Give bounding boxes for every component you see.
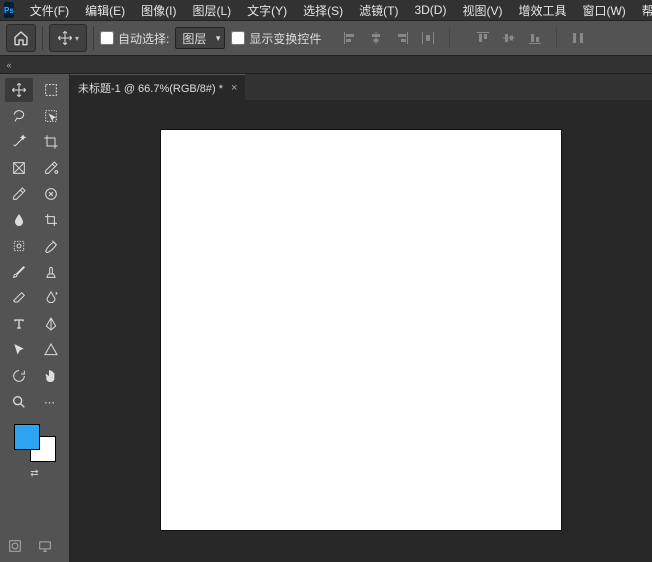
close-tab-icon[interactable]: × xyxy=(231,82,237,94)
crop-perspective-tool[interactable] xyxy=(37,208,65,232)
eyedropper-tool[interactable] xyxy=(5,182,33,206)
foreground-color[interactable] xyxy=(14,424,40,450)
align-bottom-icon[interactable] xyxy=(524,27,546,49)
menu-type[interactable]: 文字(Y) xyxy=(239,2,295,19)
menu-file[interactable]: 文件(F) xyxy=(22,2,77,19)
move-tool[interactable] xyxy=(5,78,33,102)
options-bar: ▾ 自动选择: 图层 显示变换控件 xyxy=(0,20,652,56)
clone-stamp-tool[interactable] xyxy=(37,260,65,284)
separator xyxy=(449,28,450,48)
document-tab[interactable]: 未标题-1 @ 66.7%(RGB/8#) * × xyxy=(70,74,245,100)
menu-window[interactable]: 窗口(W) xyxy=(574,2,633,19)
app-logo: Ps xyxy=(4,2,14,18)
color-swatch[interactable] xyxy=(12,422,58,462)
eraser-tool[interactable] xyxy=(5,286,33,310)
magic-wand-tool[interactable] xyxy=(5,130,33,154)
align-right-icon[interactable] xyxy=(391,27,413,49)
rotate-view-tool[interactable] xyxy=(5,364,33,388)
canvas[interactable] xyxy=(161,130,561,530)
collapse-dock-icon[interactable]: « xyxy=(0,56,18,74)
auto-select-input[interactable] xyxy=(100,31,114,45)
menu-image[interactable]: 图像(I) xyxy=(133,2,184,19)
blur-tool[interactable] xyxy=(5,208,33,232)
marquee-tool[interactable] xyxy=(37,78,65,102)
toolbox: ⋯ ⇄ xyxy=(0,74,70,562)
lasso-tool[interactable] xyxy=(5,104,33,128)
canvas-area[interactable] xyxy=(70,100,652,562)
frame-tool[interactable] xyxy=(5,156,33,180)
document-tab-title: 未标题-1 @ 66.7%(RGB/8#) * xyxy=(78,80,223,96)
swap-colors-icon[interactable]: ⇄ xyxy=(30,468,38,479)
align-top-icon[interactable] xyxy=(472,27,494,49)
document-tab-bar: 未标题-1 @ 66.7%(RGB/8#) * × xyxy=(70,74,652,100)
separator xyxy=(93,26,94,50)
edit-toolbar[interactable]: ⋯ xyxy=(37,390,65,414)
menu-select[interactable]: 选择(S) xyxy=(295,2,351,19)
object-select-tool[interactable] xyxy=(37,104,65,128)
chevron-down-icon: ▾ xyxy=(75,34,79,43)
eyedropper-tool-alt[interactable] xyxy=(37,156,65,180)
menu-help[interactable]: 帮助(H) xyxy=(634,2,652,19)
spot-heal-tool[interactable] xyxy=(37,182,65,206)
align-horizontal-group xyxy=(339,27,439,49)
hand-tool[interactable] xyxy=(37,364,65,388)
auto-select-dropdown[interactable]: 图层 xyxy=(175,27,225,49)
pen-tool[interactable] xyxy=(37,312,65,336)
menubar: Ps 文件(F) 编辑(E) 图像(I) 图层(L) 文字(Y) 选择(S) 滤… xyxy=(0,0,652,20)
auto-select-label: 自动选择: xyxy=(118,30,169,47)
menu-plugins[interactable]: 增效工具 xyxy=(510,2,574,19)
menu-3d[interactable]: 3D(D) xyxy=(406,3,454,17)
menu-layer[interactable]: 图层(L) xyxy=(184,2,239,19)
shape-tool[interactable] xyxy=(37,338,65,362)
quick-mask-icon[interactable] xyxy=(8,539,22,556)
history-brush-tool[interactable] xyxy=(37,234,65,258)
menu-view[interactable]: 视图(V) xyxy=(454,2,510,19)
tool-preset-move[interactable]: ▾ xyxy=(49,24,87,52)
show-transform-label: 显示变换控件 xyxy=(249,30,321,47)
patch-tool[interactable] xyxy=(5,234,33,258)
align-hcenter-icon[interactable] xyxy=(365,27,387,49)
zoom-tool[interactable] xyxy=(5,390,33,414)
crop-tool[interactable] xyxy=(37,130,65,154)
show-transform-input[interactable] xyxy=(231,31,245,45)
menu-edit[interactable]: 编辑(E) xyxy=(77,2,133,19)
auto-select-checkbox[interactable]: 自动选择: xyxy=(100,30,169,47)
align-vertical-group xyxy=(472,27,546,49)
menu-filter[interactable]: 滤镜(T) xyxy=(351,2,406,19)
gradient-tool[interactable] xyxy=(37,286,65,310)
home-button[interactable] xyxy=(6,24,36,52)
distribute-h-icon[interactable] xyxy=(417,27,439,49)
show-transform-checkbox[interactable]: 显示变换控件 xyxy=(231,30,321,47)
panel-dock-strip: « xyxy=(0,56,652,74)
align-left-icon[interactable] xyxy=(339,27,361,49)
more-align-icon[interactable] xyxy=(567,27,589,49)
workspace: 未标题-1 @ 66.7%(RGB/8#) * × xyxy=(70,74,652,562)
separator xyxy=(556,28,557,48)
align-vcenter-icon[interactable] xyxy=(498,27,520,49)
path-select-tool[interactable] xyxy=(5,338,33,362)
type-tool[interactable] xyxy=(5,312,33,336)
separator xyxy=(42,26,43,50)
screen-mode-icon[interactable] xyxy=(38,539,52,556)
brush-tool[interactable] xyxy=(5,260,33,284)
